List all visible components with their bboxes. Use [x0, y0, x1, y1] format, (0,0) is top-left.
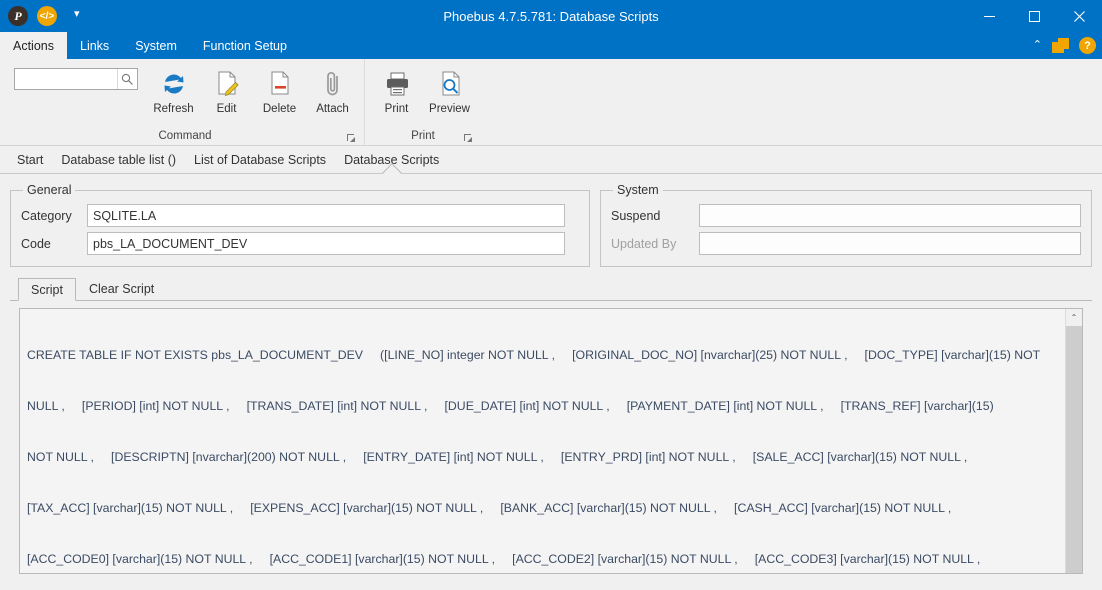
script-vertical-scrollbar[interactable]: ⌃ [1065, 309, 1082, 573]
code-row: Code pbs_LA_DOCUMENT_DEV [21, 231, 579, 256]
script-text[interactable]: CREATE TABLE IF NOT EXISTS pbs_LA_DOCUME… [20, 309, 1065, 573]
command-group-text: Command [158, 130, 212, 142]
print-dialog-launcher-icon[interactable] [464, 134, 473, 143]
ribbon-tab-system[interactable]: System [122, 32, 190, 59]
print-button[interactable]: Print [371, 63, 422, 115]
script-line: CREATE TABLE IF NOT EXISTS pbs_LA_DOCUME… [27, 348, 1041, 362]
updated-by-label: Updated By [611, 236, 677, 251]
collapse-ribbon-icon[interactable]: ⌃ [1033, 40, 1042, 51]
delete-button[interactable]: Delete [254, 63, 305, 115]
title-bar: P </> ▾ Phoebus 4.7.5.781: Database Scri… [0, 0, 1102, 32]
script-line: [TAX_ACC] [varchar](15) NOT NULL , [EXPE… [27, 501, 952, 515]
form-panels: General Category SQLITE.LA Code pbs_LA_D… [10, 183, 1092, 267]
category-label: Category [21, 208, 72, 223]
script-line: [ACC_CODE0] [varchar](15) NOT NULL , [AC… [27, 552, 981, 566]
category-row: Category SQLITE.LA [21, 203, 579, 228]
general-group: General Category SQLITE.LA Code pbs_LA_D… [10, 183, 590, 267]
script-tab-clear-script[interactable]: Clear Script [76, 277, 167, 300]
edit-icon [212, 67, 242, 101]
ribbon-group-print: Print Preview Print [364, 59, 481, 145]
doc-tab-database-table-list[interactable]: Database table list () [52, 147, 185, 173]
app-logo-icon[interactable]: P [8, 6, 28, 26]
search-box[interactable] [14, 68, 138, 90]
scroll-up-icon[interactable]: ⌃ [1065, 309, 1082, 326]
edit-label: Edit [216, 103, 237, 115]
script-area: Script Clear Script CREATE TABLE IF NOT … [10, 277, 1092, 574]
search-icon[interactable] [117, 69, 137, 89]
ribbon: Refresh Edit Delete Attach Command Print… [0, 59, 1102, 146]
ribbon-group-command-label: Command [12, 127, 358, 145]
refresh-icon [159, 67, 189, 101]
minimize-button[interactable] [967, 0, 1012, 32]
window-title: Phoebus 4.7.5.781: Database Scripts [443, 8, 659, 24]
print-group-text: Print [411, 130, 435, 142]
system-group: System Suspend Updated By [600, 183, 1092, 267]
help-icon[interactable]: ? [1079, 37, 1096, 54]
ribbon-group-print-label: Print [371, 127, 475, 145]
quick-access-toolbar: P </> ▾ [0, 0, 80, 32]
script-editor[interactable]: CREATE TABLE IF NOT EXISTS pbs_LA_DOCUME… [19, 308, 1083, 574]
suspend-field[interactable] [699, 204, 1081, 227]
doc-tab-start[interactable]: Start [8, 147, 52, 173]
suspend-label: Suspend [611, 208, 661, 223]
delete-label: Delete [262, 103, 297, 115]
window-controls [967, 0, 1102, 32]
window-list-icon[interactable] [1052, 38, 1069, 53]
ribbon-group-print-items: Print Preview [371, 63, 475, 127]
print-icon [382, 67, 412, 101]
preview-label: Preview [429, 103, 470, 115]
code-label: Code [21, 236, 51, 251]
category-field[interactable]: SQLITE.LA [87, 204, 565, 227]
ribbon-group-command: Refresh Edit Delete Attach Command [6, 59, 364, 145]
general-group-legend: General [27, 183, 72, 197]
script-tab-script[interactable]: Script [18, 278, 76, 301]
refresh-button[interactable]: Refresh [148, 63, 199, 115]
updated-by-row: Updated By [611, 231, 1081, 256]
document-tab-bar: Start Database table list () List of Dat… [0, 146, 1102, 174]
preview-button[interactable]: Preview [424, 63, 475, 115]
refresh-label: Refresh [153, 103, 194, 115]
ribbon-tab-links[interactable]: Links [67, 32, 122, 59]
close-button[interactable] [1057, 0, 1102, 32]
chevron-down-icon[interactable]: ▾ [74, 9, 80, 23]
ribbon-tab-actions[interactable]: Actions [0, 32, 67, 59]
doc-tab-database-scripts[interactable]: Database Scripts [335, 147, 448, 173]
script-line: NOT NULL , [DESCRIPTN] [nvarchar](200) N… [27, 450, 968, 464]
attach-label: Attach [316, 103, 349, 115]
ribbon-group-command-items: Refresh Edit Delete Attach [12, 63, 358, 127]
script-line: NULL , [PERIOD] [int] NOT NULL , [TRANS_… [27, 399, 994, 413]
updated-by-field [699, 232, 1081, 255]
delete-icon [265, 67, 295, 101]
preview-icon [435, 67, 465, 101]
edit-button[interactable]: Edit [201, 63, 252, 115]
ribbon-right-controls: ⌃ ? [1033, 32, 1096, 59]
script-tab-bar: Script Clear Script [10, 277, 1092, 301]
scrollbar-thumb[interactable] [1065, 326, 1082, 573]
maximize-button[interactable] [1012, 0, 1057, 32]
command-dialog-launcher-icon[interactable] [347, 134, 356, 143]
ribbon-tab-bar: Actions Links System Function Setup ⌃ ? [0, 32, 1102, 59]
main-content: General Category SQLITE.LA Code pbs_LA_D… [0, 174, 1102, 590]
attach-button[interactable]: Attach [307, 63, 358, 115]
doc-tab-list-of-database-scripts[interactable]: List of Database Scripts [185, 147, 335, 173]
code-editor-icon[interactable]: </> [37, 6, 57, 26]
attach-icon [318, 67, 348, 101]
ribbon-tab-function-setup[interactable]: Function Setup [190, 32, 300, 59]
system-group-legend: System [617, 183, 659, 197]
code-field[interactable]: pbs_LA_DOCUMENT_DEV [87, 232, 565, 255]
suspend-row: Suspend [611, 203, 1081, 228]
search-input[interactable] [15, 69, 117, 89]
print-label: Print [384, 103, 409, 115]
